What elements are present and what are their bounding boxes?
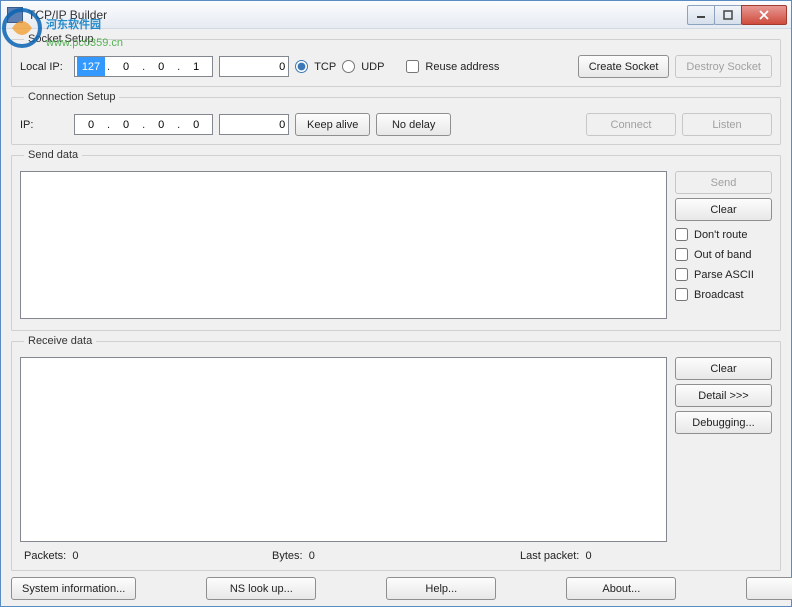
- exit-button[interactable]: Exit: [746, 577, 792, 600]
- send-data-legend: Send data: [24, 149, 82, 161]
- destroy-socket-button[interactable]: Destroy Socket: [675, 55, 772, 78]
- packets-label: Packets:: [24, 550, 66, 562]
- dont-route-label: Don't route: [694, 229, 747, 241]
- broadcast-checkbox[interactable]: [675, 288, 688, 301]
- debugging-button[interactable]: Debugging...: [675, 411, 772, 434]
- receive-data-group: Receive data Clear Detail >>> Debugging.…: [11, 335, 781, 571]
- close-button[interactable]: [741, 5, 787, 25]
- packets-value: 0: [72, 550, 78, 562]
- about-button[interactable]: About...: [566, 577, 676, 600]
- send-data-group: Send data Send Clear Don't route Out of …: [11, 149, 781, 331]
- reuse-address-label: Reuse address: [425, 61, 499, 73]
- client-area: Socket Setup Local IP: . . . TCP UDP: [1, 29, 791, 606]
- detail-button[interactable]: Detail >>>: [675, 384, 772, 407]
- listen-button[interactable]: Listen: [682, 113, 772, 136]
- out-of-band-label: Out of band: [694, 249, 752, 261]
- local-port-input[interactable]: [219, 56, 289, 77]
- ip-label: IP:: [20, 119, 68, 131]
- udp-label: UDP: [361, 61, 384, 73]
- app-icon: [7, 7, 23, 23]
- last-packet-label: Last packet:: [520, 550, 579, 562]
- send-button[interactable]: Send: [675, 171, 772, 194]
- remote-port-input[interactable]: [219, 114, 289, 135]
- connection-setup-group: Connection Setup IP: . . . Keep alive No…: [11, 91, 781, 145]
- receive-stats: Packets: 0 Bytes: 0 Last packet: 0: [20, 550, 772, 562]
- udp-radio[interactable]: [342, 60, 355, 73]
- tcp-radio[interactable]: [295, 60, 308, 73]
- minimize-button[interactable]: [687, 5, 715, 25]
- bytes-value: 0: [309, 550, 315, 562]
- titlebar[interactable]: TCP/IP Builder: [1, 1, 791, 29]
- window-title: TCP/IP Builder: [28, 8, 688, 22]
- local-ip-oct1[interactable]: [77, 57, 105, 76]
- parse-ascii-checkbox[interactable]: [675, 268, 688, 281]
- broadcast-label: Broadcast: [694, 289, 744, 301]
- help-button[interactable]: Help...: [386, 577, 496, 600]
- tcp-label: TCP: [314, 61, 336, 73]
- local-ip-oct4[interactable]: [182, 57, 210, 76]
- bytes-label: Bytes:: [272, 550, 303, 562]
- connection-setup-legend: Connection Setup: [24, 91, 119, 103]
- parse-ascii-label: Parse ASCII: [694, 269, 754, 281]
- maximize-button[interactable]: [714, 5, 742, 25]
- window-buttons: [688, 5, 787, 25]
- socket-setup-legend: Socket Setup: [24, 33, 97, 45]
- ns-lookup-button[interactable]: NS look up...: [206, 577, 316, 600]
- remote-ip-oct2[interactable]: [112, 115, 140, 134]
- app-window: TCP/IP Builder Socket Setup Local IP: . …: [0, 0, 792, 607]
- remote-ip-input[interactable]: . . .: [74, 114, 213, 135]
- receive-data-textarea[interactable]: [20, 357, 667, 542]
- remote-ip-oct3[interactable]: [147, 115, 175, 134]
- create-socket-button[interactable]: Create Socket: [578, 55, 670, 78]
- send-clear-button[interactable]: Clear: [675, 198, 772, 221]
- local-ip-label: Local IP:: [20, 61, 68, 73]
- reuse-address-checkbox[interactable]: [406, 60, 419, 73]
- receive-data-legend: Receive data: [24, 335, 96, 347]
- last-packet-value: 0: [585, 550, 591, 562]
- local-ip-oct3[interactable]: [147, 57, 175, 76]
- socket-setup-group: Socket Setup Local IP: . . . TCP UDP: [11, 33, 781, 87]
- out-of-band-checkbox[interactable]: [675, 248, 688, 261]
- dont-route-checkbox[interactable]: [675, 228, 688, 241]
- bottom-toolbar: System information... NS look up... Help…: [11, 575, 781, 600]
- no-delay-button[interactable]: No delay: [376, 113, 451, 136]
- connect-button[interactable]: Connect: [586, 113, 676, 136]
- local-ip-input[interactable]: . . .: [74, 56, 213, 77]
- receive-clear-button[interactable]: Clear: [675, 357, 772, 380]
- send-data-textarea[interactable]: [20, 171, 667, 319]
- system-information-button[interactable]: System information...: [11, 577, 136, 600]
- remote-ip-oct1[interactable]: [77, 115, 105, 134]
- remote-ip-oct4[interactable]: [182, 115, 210, 134]
- local-ip-oct2[interactable]: [112, 57, 140, 76]
- keep-alive-button[interactable]: Keep alive: [295, 113, 370, 136]
